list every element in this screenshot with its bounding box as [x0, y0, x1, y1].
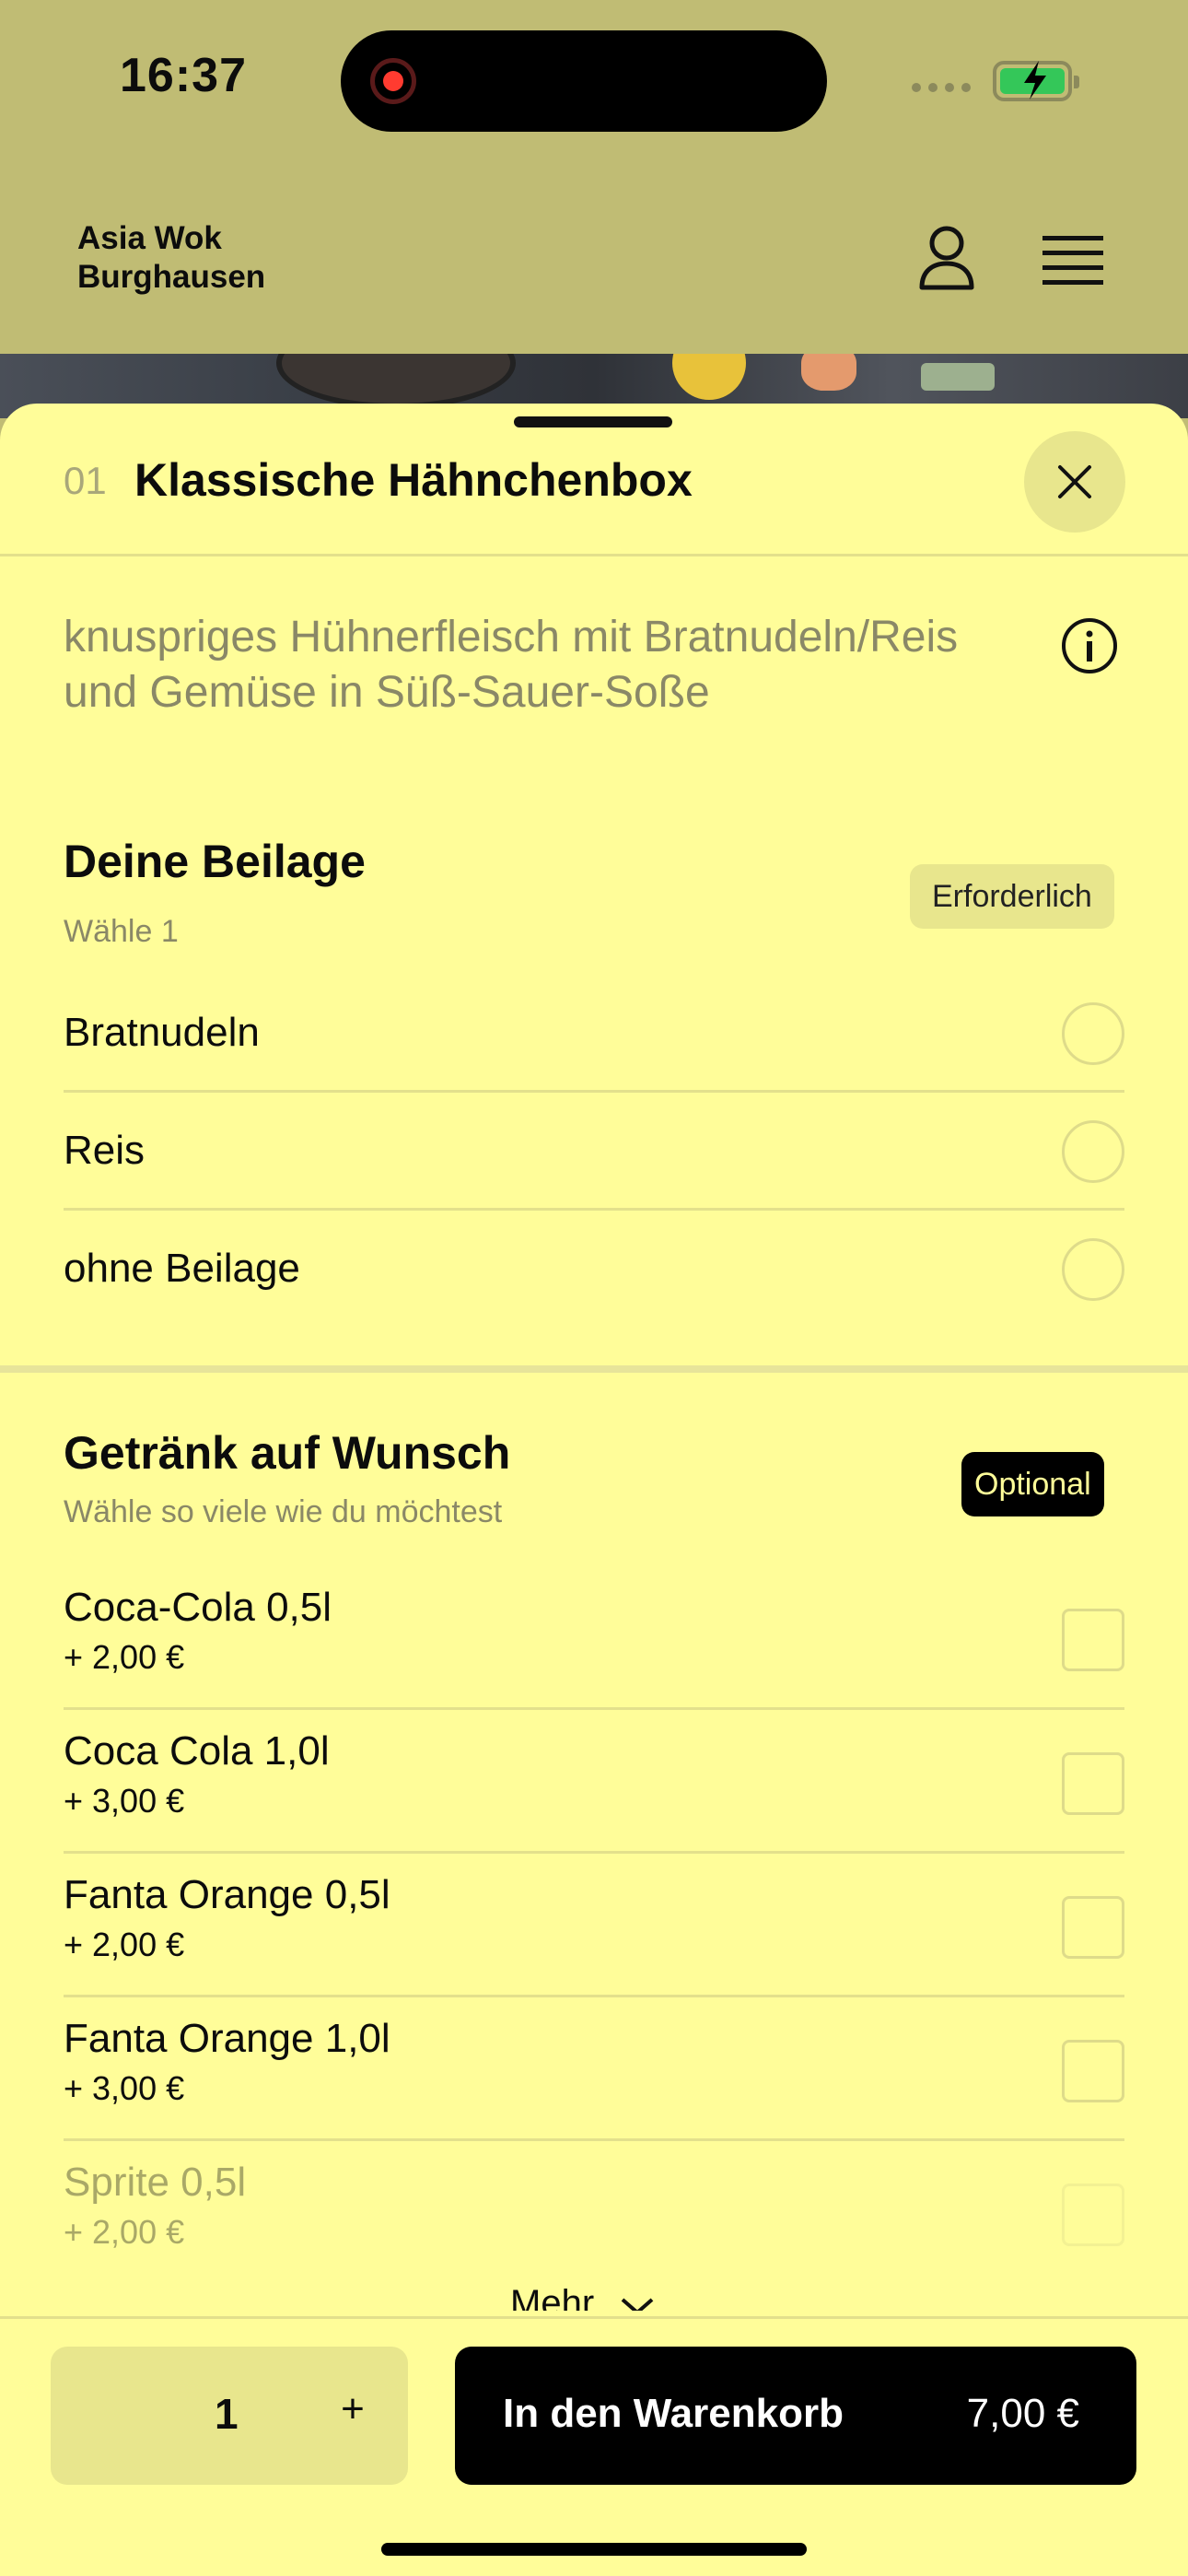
quantity-stepper: 1 + — [51, 2347, 408, 2485]
item-title: Klassische Hähnchenbox — [134, 454, 693, 506]
info-icon[interactable] — [1061, 617, 1118, 674]
close-icon — [1058, 465, 1091, 498]
signal-icon — [912, 83, 971, 92]
quantity-value: 1 — [215, 2390, 239, 2438]
drink-option-label: Fanta Orange 1,0l — [64, 2016, 390, 2061]
sheet-header: 01 Klassische Hähnchenbox — [0, 404, 1188, 556]
menu-icon[interactable] — [1042, 232, 1103, 287]
add-to-cart-button[interactable]: In den Warenkorb 7,00 € — [455, 2347, 1136, 2485]
drink-option-label: Coca-Cola 0,5l — [64, 1585, 332, 1630]
side-group-title: Deine Beilage — [64, 836, 366, 887]
drink-option-checkbox[interactable] — [1062, 2184, 1124, 2246]
add-to-cart-price: 7,00 € — [966, 2391, 1079, 2436]
drink-group-title: Getränk auf Wunsch — [64, 1427, 511, 1479]
show-more-label: Mehr — [510, 2283, 595, 2311]
drink-option[interactable]: Fanta Orange 0,5l + 2,00 € — [64, 1854, 1124, 1997]
restaurant-name[interactable]: Asia Wok Burghausen — [77, 219, 354, 297]
drink-option-price: + 2,00 € — [64, 1926, 185, 1963]
drink-option-label: Sprite 0,5l — [64, 2160, 247, 2205]
side-option-radio[interactable] — [1062, 1002, 1124, 1065]
side-option-radio[interactable] — [1062, 1238, 1124, 1301]
optional-badge: Optional — [961, 1452, 1104, 1516]
drink-option[interactable]: Coca Cola 1,0l + 3,00 € — [64, 1710, 1124, 1854]
home-indicator[interactable] — [381, 2543, 807, 2556]
brand-line-2: Burghausen — [77, 259, 266, 295]
user-icon[interactable] — [917, 225, 976, 291]
app-header: Asia Wok Burghausen — [0, 166, 1188, 354]
drink-option-label: Fanta Orange 0,5l — [64, 1872, 390, 1917]
section-divider — [0, 1365, 1188, 1373]
side-option-label: Bratnudeln — [64, 1010, 260, 1055]
required-badge: Erforderlich — [910, 864, 1114, 929]
chevron-down-icon — [621, 2298, 654, 2311]
drink-option-price: + 2,00 € — [64, 1638, 185, 1676]
drink-option-checkbox[interactable] — [1062, 1896, 1124, 1959]
add-to-cart-label: In den Warenkorb — [503, 2391, 844, 2436]
drink-option[interactable]: Coca-Cola 0,5l + 2,00 € — [64, 1566, 1124, 1710]
side-option-label: ohne Beilage — [64, 1246, 300, 1291]
close-button[interactable] — [1024, 431, 1125, 533]
show-more-button[interactable]: Mehr — [510, 2283, 656, 2311]
drink-option-label: Coca Cola 1,0l — [64, 1728, 330, 1774]
drink-option[interactable]: Fanta Orange 1,0l + 3,00 € — [64, 1997, 1124, 2141]
dynamic-island — [341, 30, 827, 132]
drink-option-price: + 3,00 € — [64, 1782, 185, 1820]
drink-option-checkbox[interactable] — [1062, 1609, 1124, 1671]
brand-line-1: Asia Wok — [77, 220, 222, 256]
side-option-radio[interactable] — [1062, 1120, 1124, 1183]
drink-option-price: + 2,00 € — [64, 2213, 185, 2251]
side-option[interactable]: Reis — [64, 1093, 1124, 1211]
item-number: 01 — [64, 459, 107, 502]
drink-group-subtitle: Wähle so viele wie du möchtest — [64, 1494, 503, 1529]
side-group-subtitle: Wähle 1 — [64, 914, 179, 949]
battery-icon — [993, 61, 1079, 101]
status-bar: 16:37 — [0, 0, 1188, 166]
side-option[interactable]: ohne Beilage — [64, 1211, 1124, 1329]
increment-button[interactable]: + — [325, 2382, 380, 2437]
drink-option-price: + 3,00 € — [64, 2069, 185, 2107]
bottom-action-bar: 1 + In den Warenkorb 7,00 € — [0, 2316, 1188, 2576]
recording-icon — [370, 58, 416, 104]
side-option-label: Reis — [64, 1128, 146, 1173]
drink-option-checkbox[interactable] — [1062, 2040, 1124, 2102]
drink-option[interactable]: Sprite 0,5l + 2,00 € — [64, 2141, 1124, 2285]
side-option[interactable]: Bratnudeln — [64, 975, 1124, 1093]
status-time: 16:37 — [120, 49, 247, 102]
item-description: knuspriges Hühnerfleisch mit Bratnudeln/… — [64, 613, 959, 717]
drink-option-checkbox[interactable] — [1062, 1752, 1124, 1815]
item-detail-sheet: 01 Klassische Hähnchenbox knuspriges Hüh… — [0, 404, 1188, 2576]
